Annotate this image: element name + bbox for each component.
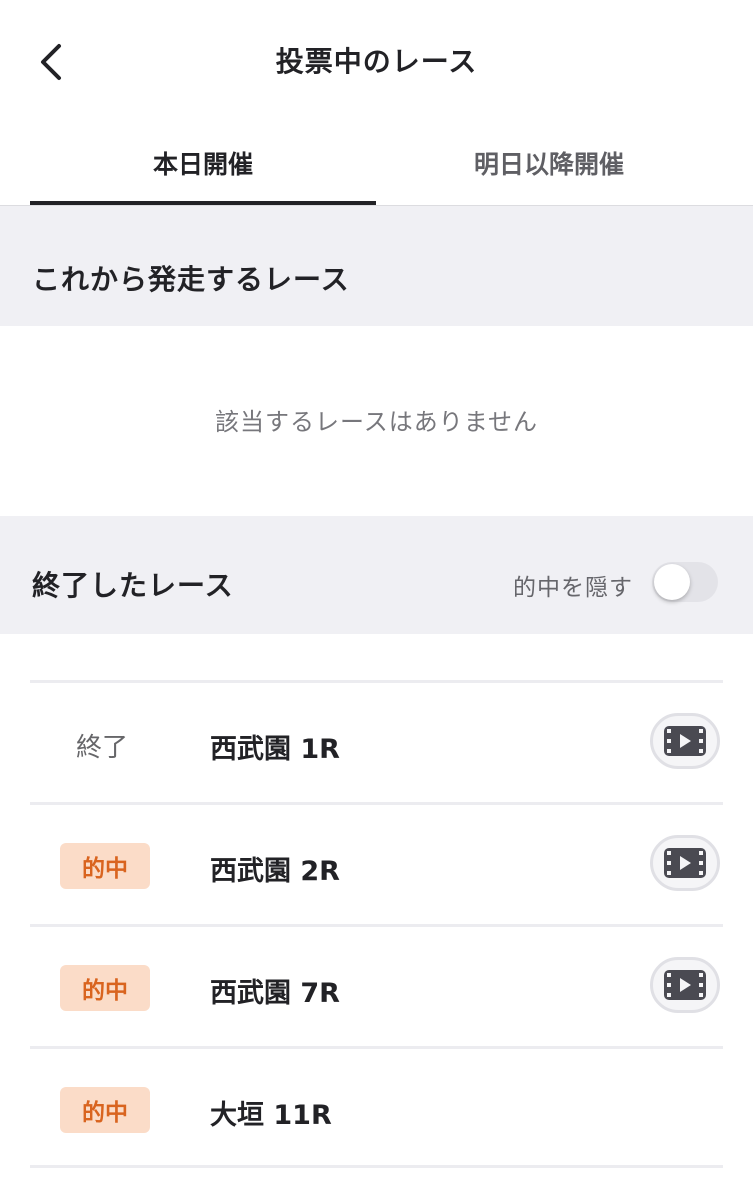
toggle-knob — [654, 564, 690, 600]
hide-hits-toggle[interactable] — [652, 562, 718, 602]
tab-today-label: 本日開催 — [152, 150, 253, 179]
race-list: 終了 西武園 1R 的中 西武園 2R 的中 西武園 7R 的中 大垣 11R — [30, 680, 723, 1168]
hit-badge: 的中 — [60, 843, 150, 889]
video-button[interactable] — [650, 957, 720, 1013]
race-row[interactable]: 終了 西武園 1R — [30, 680, 723, 802]
race-row[interactable]: 的中 大垣 11R — [30, 1046, 723, 1168]
film-play-icon — [664, 848, 706, 878]
upcoming-section-title: これから発走するレース — [32, 263, 350, 296]
race-status: 終了 — [76, 733, 129, 763]
hide-hits-label: 的中を隠す — [513, 575, 633, 601]
film-play-icon — [664, 970, 706, 1000]
upcoming-section-header: これから発走するレース — [0, 206, 753, 326]
race-row[interactable]: 的中 西武園 2R — [30, 802, 723, 924]
empty-message: 該当するレースはありません — [214, 408, 539, 436]
hit-badge: 的中 — [60, 965, 150, 1011]
hit-badge: 的中 — [60, 1087, 150, 1133]
tab-today[interactable]: 本日開催 — [30, 120, 376, 206]
race-name: 西武園 7R — [210, 978, 340, 1009]
race-name: 大垣 11R — [210, 1100, 332, 1131]
app-header: 投票中のレース — [0, 0, 753, 120]
video-button[interactable] — [650, 713, 720, 769]
active-tab-indicator — [30, 201, 376, 205]
page-title: 投票中のレース — [275, 45, 478, 78]
tab-later-label: 明日以降開催 — [473, 150, 624, 179]
race-row[interactable]: 的中 西武園 7R — [30, 924, 723, 1046]
tab-later[interactable]: 明日以降開催 — [376, 120, 722, 206]
finished-section-title: 終了したレース — [32, 569, 234, 602]
finished-section-header: 終了したレース 的中を隠す — [0, 516, 753, 634]
race-name: 西武園 1R — [210, 734, 340, 765]
tab-bar: 本日開催 明日以降開催 — [0, 120, 753, 206]
race-name: 西武園 2R — [210, 856, 340, 887]
film-play-icon — [664, 726, 706, 756]
video-button[interactable] — [650, 835, 720, 891]
